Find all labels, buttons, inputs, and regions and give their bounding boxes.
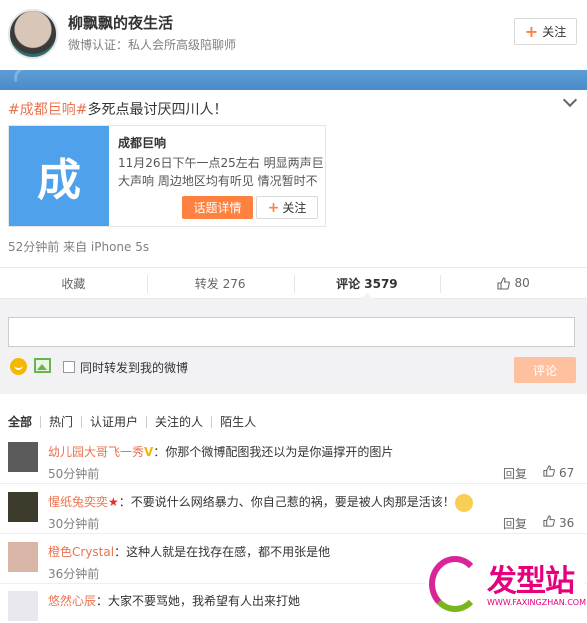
reply-button[interactable]: 回复 [503,465,527,482]
like-button[interactable]: 80 [440,268,587,298]
repost-button[interactable]: 转发 276 [146,268,294,298]
filter-all[interactable]: 全部 [8,416,40,428]
comment-filters: 全部 热门 认证用户 关注的人 陌生人 [8,416,264,428]
comment-item: 幼儿园大哥飞一秀V：你那个微博配图我还以为是你逼撑开的图片 50分钟前 回复 6… [0,438,587,484]
comment-author[interactable]: 橙色Crystal [48,545,114,559]
thumbs-up-icon [543,515,555,527]
comment-input[interactable] [8,317,575,347]
comment-body: ：大家不要骂她，我希望有人出来打她 [96,594,301,608]
topic-detail-button[interactable]: 话题详情 [182,196,253,219]
topic-title[interactable]: 成都巨响 [118,134,166,151]
comment-text: 橙色Crystal：这种人就是在找存在感，都不用张是他 [48,543,330,560]
filter-hot[interactable]: 热门 [40,416,81,428]
comment-text: 幼儿园大哥飞一秀V：你那个微博配图我还以为是你逼撑开的图片 [48,443,393,460]
filter-following[interactable]: 关注的人 [146,416,211,428]
chevron-down-icon[interactable] [562,92,578,108]
watermark-url: WWW.FAXINGZHAN.COM [487,598,586,607]
comment-avatar[interactable] [8,542,38,572]
post-meta: 52分钟前 来自 iPhone 5s [8,240,150,254]
comment-time: 36分钟前 [48,567,100,581]
plus-icon: + [524,21,539,41]
plus-icon: + [267,199,280,216]
favorite-button[interactable]: 收藏 [0,268,147,298]
comment-body: ：这种人就是在找存在感，都不用张是他 [114,545,331,559]
comment-author[interactable]: 惺纸兔奕奕 [48,495,108,509]
topic-image: 成 [9,126,109,226]
comment-like-count: 67 [559,466,575,480]
comment-avatar[interactable] [8,442,38,472]
post-text: #成都巨响#多死点最讨厌四川人！ [8,99,227,119]
comment-like-count: 36 [559,516,575,530]
comment-time: 50分钟前 [48,467,100,481]
profile-header: 柳飘飘的夜生活 微博认证：私人会所高级陪聊师 + 关注 [0,0,587,70]
comment-time: 30分钟前 [48,517,100,531]
comment-text: 悠然心辰：大家不要骂她，我希望有人出来打她 [48,592,300,609]
image-icon[interactable] [34,358,51,373]
comment-avatar[interactable] [8,591,38,621]
wifi-icon [14,66,30,82]
topic-description: 11月26日下午一点25左右 明显两声巨大声响 周边地区均有听见 情况暂时不 [118,156,324,188]
action-bar: 收藏 转发 276 评论 3579 80 [0,267,587,299]
post-body: 多死点最讨厌四川人！ [87,102,228,118]
comment-like-button[interactable]: 36 [543,515,574,530]
site-watermark: 发型站 WWW.FAXINGZHAN.COM [425,552,586,617]
follow-label: 关注 [542,25,567,39]
topic-follow-button[interactable]: + 关注 [256,196,318,219]
verification-text: 微博认证：私人会所高级陪聊师 [68,38,237,52]
emoji-icon[interactable] [10,358,27,375]
like-count: 80 [514,276,530,290]
user-name[interactable]: 柳飘飘的夜生活 [68,12,173,33]
vip-badge-icon: V [144,445,154,459]
comment-text: 惺纸兔奕奕★：不要说什么网络暴力、你自己惹的祸，要是被人肉那是活该！ [48,493,473,512]
reply-button[interactable]: 回复 [503,515,527,532]
post-card: #成都巨响#多死点最讨厌四川人！ 成 成都巨响 11月26日下午一点25左右 明… [0,90,587,623]
repost-checkbox-label[interactable]: 同时转发到我的微博 [80,359,188,376]
comment-author[interactable]: 幼儿园大哥飞一秀 [48,445,144,459]
watermark-logo-icon [429,556,481,612]
cat-emoji-icon [454,493,473,512]
filter-verified[interactable]: 认证用户 [81,416,146,428]
thumbs-up-icon [497,276,511,290]
comment-like-button[interactable]: 67 [543,465,574,480]
thumbs-up-icon [543,465,555,477]
topic-card[interactable]: 成 成都巨响 11月26日下午一点25左右 明显两声巨大声响 周边地区均有听见 … [8,125,326,227]
comment-avatar[interactable] [8,492,38,522]
comment-body: ：不要说什么网络暴力、你自己惹的祸，要是被人肉那是活该！ [118,495,455,509]
filter-strangers[interactable]: 陌生人 [211,416,264,428]
repost-checkbox[interactable] [63,361,75,373]
avatar[interactable] [8,9,58,59]
follow-button[interactable]: + 关注 [514,18,577,45]
comment-tab[interactable]: 评论 3579 [293,268,441,299]
comment-author[interactable]: 悠然心辰 [48,594,96,608]
topic-follow-label: 关注 [282,201,307,215]
comment-composer: 同时转发到我的微博 评论 [0,299,587,394]
comment-item: 惺纸兔奕奕★：不要说什么网络暴力、你自己惹的祸，要是被人肉那是活该！ 30分钟前… [0,488,587,534]
watermark-text: 发型站 [487,564,575,599]
submit-comment-button[interactable]: 评论 [514,357,576,383]
cover-banner [0,66,587,90]
star-badge-icon: ★ [108,495,119,509]
comment-body: ：你那个微博配图我还以为是你逼撑开的图片 [153,445,394,459]
hashtag-link[interactable]: #成都巨响# [8,102,87,118]
